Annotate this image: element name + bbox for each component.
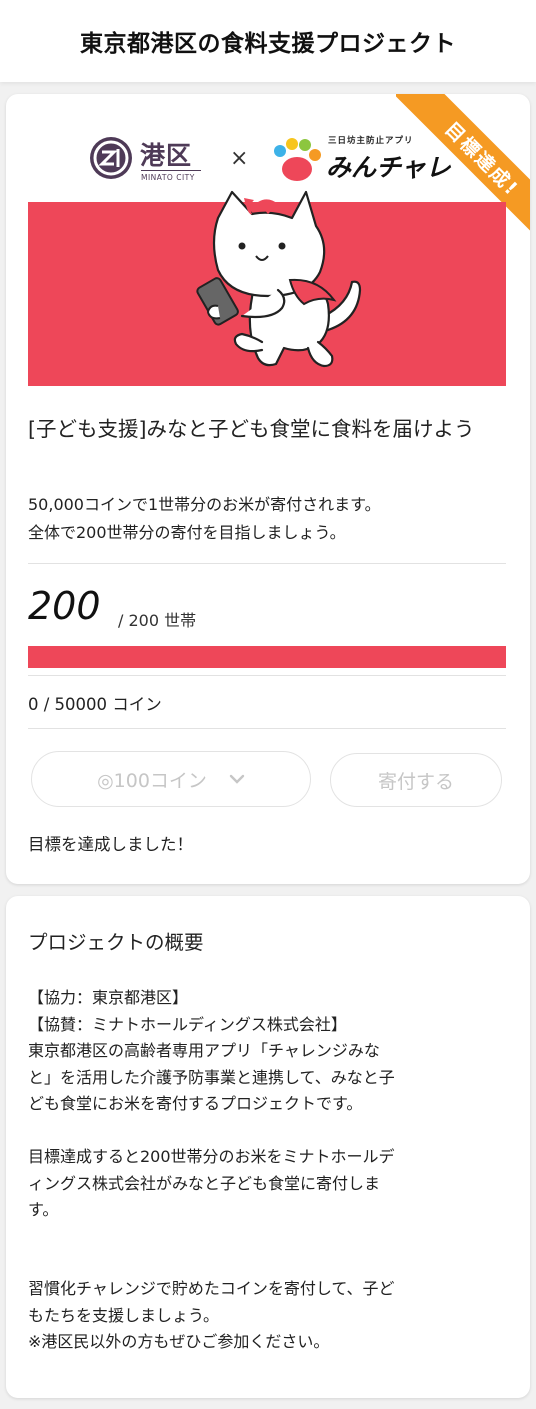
description-line: 全体で200世帯分の寄付を目指しましょう。: [28, 523, 346, 542]
project-banner: [28, 190, 506, 386]
overview-paragraph: 目標達成すると200世帯分のお米をミナトホールデ ィングス株式会社がみなと子ども…: [28, 1144, 510, 1224]
overview-line: 【協力：東京都港区】: [28, 988, 189, 1007]
overview-line: もたちを支援しましょう。: [28, 1305, 220, 1325]
donate-button[interactable]: 寄付する: [330, 753, 502, 807]
divider: [28, 563, 506, 564]
minato-city-emblem-icon: [90, 137, 132, 179]
status-message: 目標を達成しました！: [28, 835, 193, 854]
overview-card: プロジェクトの概要 【協力：東京都港区】 【協賛：ミナトホールディングス株式会社…: [6, 896, 530, 1398]
project-title: [子ども支援]みなと子ども食堂に食料を届けよう: [28, 417, 475, 441]
overview-line: と」を活用した介護予防事業と連携して、みなと子: [28, 1067, 395, 1087]
overview-title: プロジェクトの概要: [28, 931, 204, 954]
progress-target: / 200 世帯: [118, 611, 197, 630]
overview-paragraph: 習慣化チャレンジで貯めたコインを寄付して、子ど もたちを支援しましょう。 ※港区…: [28, 1276, 510, 1356]
page-title: 東京都港区の食料支援プロジェクト: [80, 31, 456, 57]
overview-line: 習慣化チャレンジで貯めたコインを寄付して、子ど: [28, 1279, 395, 1298]
progress-bar: [28, 646, 506, 668]
progress-bar-fill: [28, 646, 506, 668]
coin-count: 0 / 50000 コイン: [28, 695, 162, 714]
collab-cross: ×: [230, 146, 249, 171]
minchare-paw-icon: [274, 138, 321, 181]
overview-line: す。: [28, 1200, 59, 1219]
overview-line: 【協賛：ミナトホールディングス株式会社】: [28, 1014, 347, 1034]
overview-line: ィングス株式会社がみなと子ども食堂に寄付しま: [28, 1173, 381, 1193]
overview-line: 東京都港区の高齢者専用アプリ「チャレンジみな: [28, 1041, 380, 1060]
cat-mascot-illustration: [196, 190, 362, 368]
page-header: 東京都港区の食料支援プロジェクト: [0, 0, 536, 82]
chevron-down-icon: [229, 774, 245, 784]
overview-line: 目標達成すると200世帯分のお米をミナトホールデ: [28, 1147, 395, 1166]
project-description: 50,000コインで1世帯分のお米が寄付されます。 全体で200世帯分の寄付を目…: [28, 491, 508, 547]
coin-amount-select[interactable]: ◎100コイン: [31, 751, 311, 807]
divider: [28, 675, 506, 676]
overview-line: ども食堂にお米を寄付するプロジェクトです。: [28, 1094, 363, 1113]
coin-amount-value: ◎100コイン: [97, 769, 207, 792]
overview-paragraph: 【協力：東京都港区】 【協賛：ミナトホールディングス株式会社】 東京都港区の高齢…: [28, 985, 510, 1118]
description-line: 50,000コインで1世帯分のお米が寄付されます。: [28, 495, 381, 514]
divider: [28, 728, 506, 729]
overview-line: ※港区民以外の方もぜひご参加ください。: [28, 1332, 330, 1351]
minato-logo-text: 港区: [140, 141, 193, 170]
progress-current: 200: [28, 584, 101, 628]
project-card: 港区 MINATO CITY × 三日坊主防止アプリ みんチャレ 目標達成! […: [6, 94, 530, 884]
